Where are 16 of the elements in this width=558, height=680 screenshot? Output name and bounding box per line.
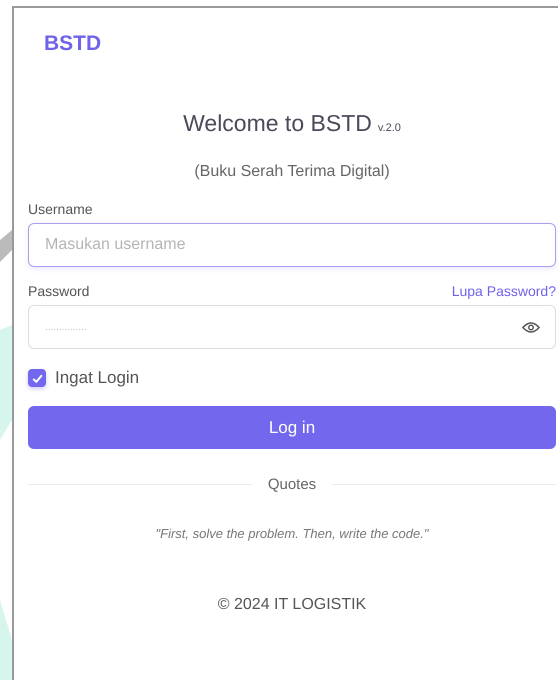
forgot-password-link[interactable]: Lupa Password? bbox=[452, 283, 556, 299]
login-button[interactable]: Log in bbox=[28, 406, 556, 449]
remember-checkbox[interactable] bbox=[28, 369, 46, 387]
quote-text: "First, solve the problem. Then, write the code." bbox=[154, 526, 430, 541]
subtitle: (Buku Serah Terima Digital) bbox=[193, 163, 391, 181]
password-field[interactable]: ............... bbox=[28, 305, 556, 349]
remember-label: Ingat Login bbox=[55, 368, 140, 388]
field-label: Password bbox=[28, 283, 90, 299]
quotes-heading: Quotes bbox=[268, 476, 316, 493]
eye-icon[interactable] bbox=[522, 321, 540, 334]
brand-logo: BSTD bbox=[44, 32, 102, 56]
version-label: v.2.0 bbox=[378, 122, 401, 134]
welcome-title: Welcome to BSTD bbox=[183, 110, 372, 137]
username-field[interactable]: Masukan username bbox=[28, 223, 556, 267]
copyright-text: © 2024 IT LOGISTIK bbox=[216, 596, 368, 614]
field-label: Username bbox=[28, 201, 93, 217]
